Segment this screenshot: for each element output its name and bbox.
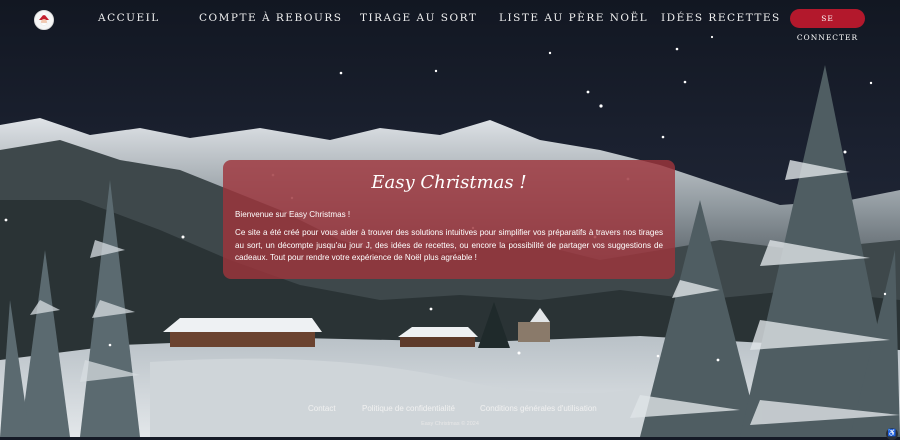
nav-link-tirage-au-sort[interactable]: Tirage au sort: [360, 12, 477, 24]
login-button[interactable]: Se connecter: [790, 9, 865, 42]
santa-logo-icon[interactable]: [34, 10, 54, 30]
nav-link-compte-a-rebours[interactable]: Compte à rebours: [199, 12, 342, 24]
nav-link-accueil[interactable]: Accueil: [98, 12, 160, 24]
copyright: Easy Christmas © 2024: [421, 421, 479, 427]
page-title: Easy Christmas !: [371, 172, 527, 193]
nav-link-idees-recettes[interactable]: Idées recettes: [661, 12, 781, 24]
welcome-description: Ce site a été créé pour vous aider à tro…: [235, 228, 663, 262]
nav-link-liste-pere-noel[interactable]: Liste au Père Noël: [499, 12, 648, 24]
accessibility-icon[interactable]: ♿: [886, 428, 898, 440]
top-navigation: Accueil Compte à rebours Tirage au sort …: [0, 0, 900, 42]
welcome-card: Easy Christmas ! Bienvenue sur Easy Chri…: [223, 160, 675, 279]
welcome-intro: Bienvenue sur Easy Christmas !: [235, 210, 351, 219]
footer-link-terms[interactable]: Conditions générales d'utilisation: [480, 404, 597, 413]
footer-link-privacy[interactable]: Politique de confidentialité: [362, 404, 455, 413]
footer-link-contact[interactable]: Contact: [308, 404, 336, 413]
